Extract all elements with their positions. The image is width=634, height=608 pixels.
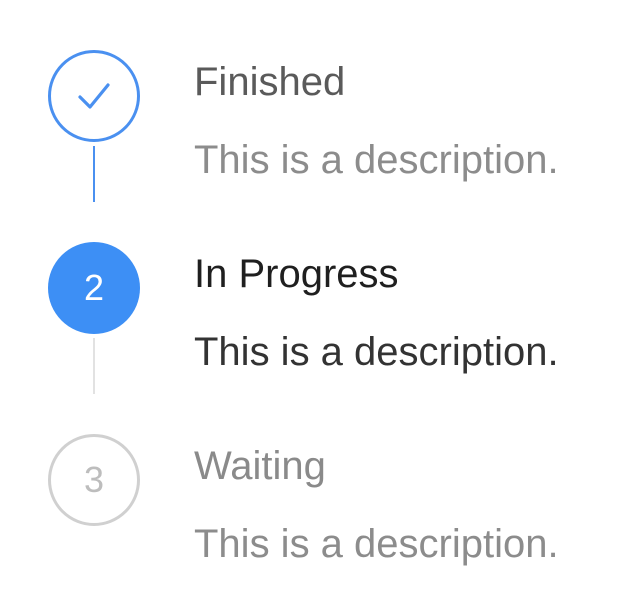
check-icon (78, 83, 110, 109)
step-icon-finished (48, 50, 140, 142)
step-title: Waiting (194, 444, 326, 488)
step-description: This is a description. (194, 522, 559, 566)
step-connector-pending (93, 338, 95, 394)
step-title: Finished (194, 60, 346, 104)
steps: Finished This is a description. 2 In Pro… (0, 0, 634, 608)
step-icon-number: 2 (48, 242, 140, 334)
step-connector-done (93, 146, 95, 202)
step-description: This is a description. (194, 330, 559, 374)
step-description: This is a description. (194, 138, 559, 182)
step-title: In Progress (194, 252, 399, 296)
step-icon-number: 3 (48, 434, 140, 526)
